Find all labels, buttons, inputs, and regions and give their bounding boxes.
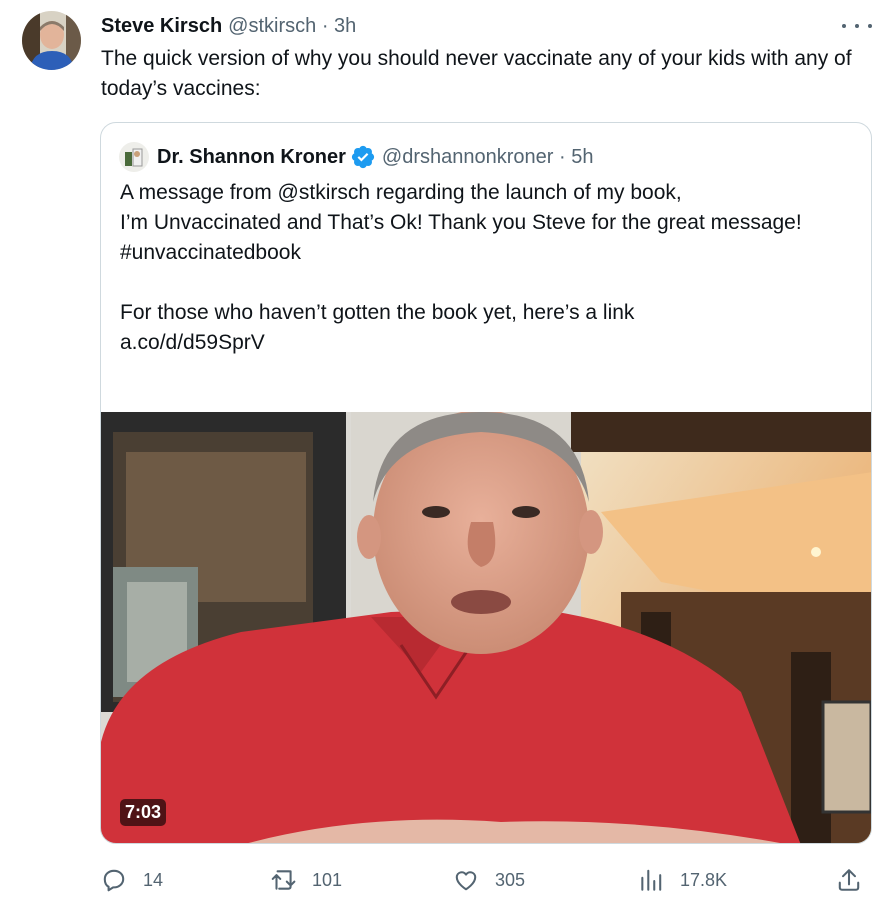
reply-count: 14 [143,869,164,890]
reply-button[interactable]: 14 [101,862,163,898]
share-icon [838,869,860,891]
quoted-author-name: Dr. Shannon Kroner [157,145,346,168]
tweet-text: The quick version of why you should neve… [101,47,852,100]
author-avatar[interactable] [22,11,81,70]
more-icon[interactable] [842,20,872,32]
views-icon [641,869,662,891]
author-name[interactable]: Steve Kirsch [101,15,222,38]
repost-button[interactable]: 101 [270,862,342,898]
share-button[interactable] [836,862,878,898]
quoted-tweet-header: Dr. Shannon Kroner @drshannonkroner · 5h [119,142,594,172]
repost-count: 101 [312,869,343,890]
like-button[interactable]: 305 [453,862,525,898]
views-count: 17.8K [680,869,728,890]
quoted-author-avatar [119,142,149,172]
author-handle-time[interactable]: @stkirsch · 3h [228,15,356,38]
repost-icon [271,870,296,890]
views-button[interactable]: 17.8K [638,862,727,898]
reply-icon [103,869,125,892]
quoted-tweet-text: A message from @stkirsch regarding the l… [120,181,802,354]
action-bar: 14 101 305 17.8K [101,862,871,898]
quoted-tweet[interactable]: Dr. Shannon Kroner @drshannonkroner · 5h… [100,122,872,844]
video-player[interactable]: 7:03 [101,412,871,843]
video-duration: 7:03 [120,799,167,826]
like-count: 305 [495,869,526,890]
like-icon [455,871,477,891]
quoted-author-handle-time: @drshannonkroner · 5h [381,145,594,168]
tweet-header: Steve Kirsch @stkirsch · 3h [101,12,356,40]
verified-icon [351,145,375,169]
